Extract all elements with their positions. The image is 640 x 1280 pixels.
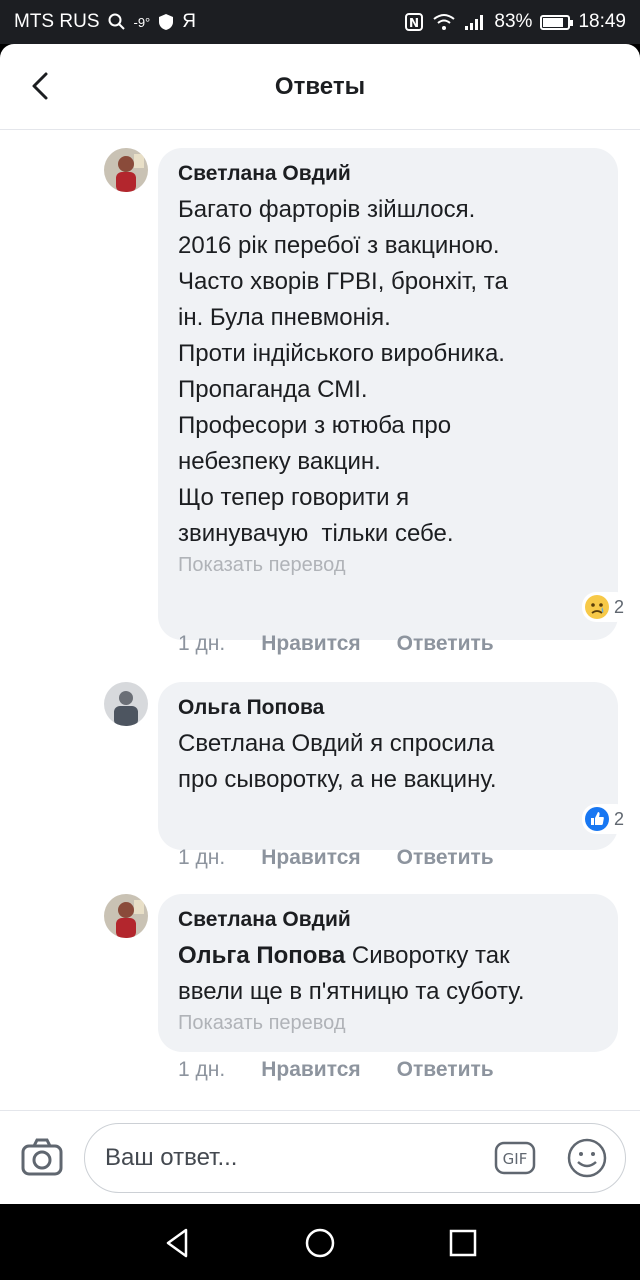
comment-bubble[interactable]: Ольга Попова Светлана Овдий я спросила п… <box>158 682 618 850</box>
comment-actions: 1 дн. Нравится Ответить <box>178 1058 530 1082</box>
comment-text: Багато фарторів зійшлося. 2016 рік переб… <box>178 196 508 547</box>
thumbs-up-icon <box>585 807 609 831</box>
like-button[interactable]: Нравится <box>261 632 360 656</box>
comment-actions: 1 дн. Нравится Ответить <box>178 632 530 656</box>
back-arrow-icon[interactable] <box>22 66 62 106</box>
comment-author[interactable]: Светлана Овдий <box>178 908 598 932</box>
search-icon <box>108 13 125 30</box>
battery-percent: 83% <box>494 11 533 32</box>
camera-icon[interactable] <box>20 1135 64 1179</box>
svg-text:N: N <box>409 16 419 30</box>
signal-icon <box>465 15 484 30</box>
reply-button[interactable]: Ответить <box>397 846 494 870</box>
gif-icon[interactable]: GIF <box>494 1141 536 1175</box>
nav-back-icon[interactable] <box>160 1226 194 1260</box>
page-title: Ответы <box>274 72 366 100</box>
comment-bubble[interactable]: Светлана Овдий Багато фарторів зійшлося.… <box>158 148 618 640</box>
comment-author[interactable]: Ольга Попова <box>178 696 598 720</box>
mention-link[interactable]: Ольга Попова <box>178 942 345 969</box>
reply-placeholder: Ваш ответ... <box>105 1144 238 1171</box>
comment-bubble[interactable]: Светлана Овдий Ольга Попова Сиворотку та… <box>158 894 618 1052</box>
shield-icon <box>159 14 174 30</box>
like-button[interactable]: Нравится <box>261 1058 360 1082</box>
comment-text: Светлана Овдий я спросила про сыворотку,… <box>178 730 497 793</box>
reply-bar: Ваш ответ... GIF <box>0 1110 640 1204</box>
battery-icon <box>540 14 574 30</box>
comment-text: Ольга Попова Сиворотку так ввели ще в п'… <box>178 938 598 1010</box>
clock: 18:49 <box>578 11 626 32</box>
status-bar: MTS RUS -9° Я N 83% 18:49 <box>0 0 640 44</box>
navigation-bar <box>0 1204 640 1280</box>
show-translation-link[interactable]: Показать перевод <box>178 1012 598 1035</box>
comment-time: 1 дн. <box>178 846 226 869</box>
reaction-summary[interactable]: 2 <box>582 592 631 622</box>
extra-label: Я <box>182 11 196 32</box>
reaction-count: 2 <box>614 808 625 829</box>
avatar[interactable] <box>104 148 148 192</box>
reply-input[interactable]: Ваш ответ... <box>84 1123 626 1193</box>
smiley-icon[interactable] <box>566 1137 608 1179</box>
header: Ответы <box>0 44 640 130</box>
avatar[interactable] <box>104 682 148 726</box>
nav-home-icon[interactable] <box>303 1226 337 1260</box>
replies-sheet: Ответы Светлана Овдий Багато фарторів зі… <box>0 44 640 1204</box>
show-translation-link[interactable]: Показать перевод <box>178 554 598 577</box>
temperature-label: -9° <box>133 14 151 30</box>
reaction-count: 2 <box>614 596 625 617</box>
gif-label: GIF <box>503 1150 528 1168</box>
nav-recents-icon[interactable] <box>446 1226 480 1260</box>
comment-time: 1 дн. <box>178 632 226 655</box>
comment-actions: 1 дн. Нравится Ответить <box>178 846 530 870</box>
reply-button[interactable]: Ответить <box>397 632 494 656</box>
sad-face-icon <box>585 595 609 619</box>
reply-button[interactable]: Ответить <box>397 1058 494 1082</box>
reaction-summary[interactable]: 2 <box>582 804 631 834</box>
like-button[interactable]: Нравится <box>261 846 360 870</box>
wifi-icon <box>433 14 456 30</box>
carrier-label: MTS RUS <box>14 11 100 32</box>
avatar[interactable] <box>104 894 148 938</box>
comment-author[interactable]: Светлана Овдий <box>178 162 598 186</box>
nfc-icon: N <box>405 13 424 31</box>
comment-time: 1 дн. <box>178 1058 226 1081</box>
